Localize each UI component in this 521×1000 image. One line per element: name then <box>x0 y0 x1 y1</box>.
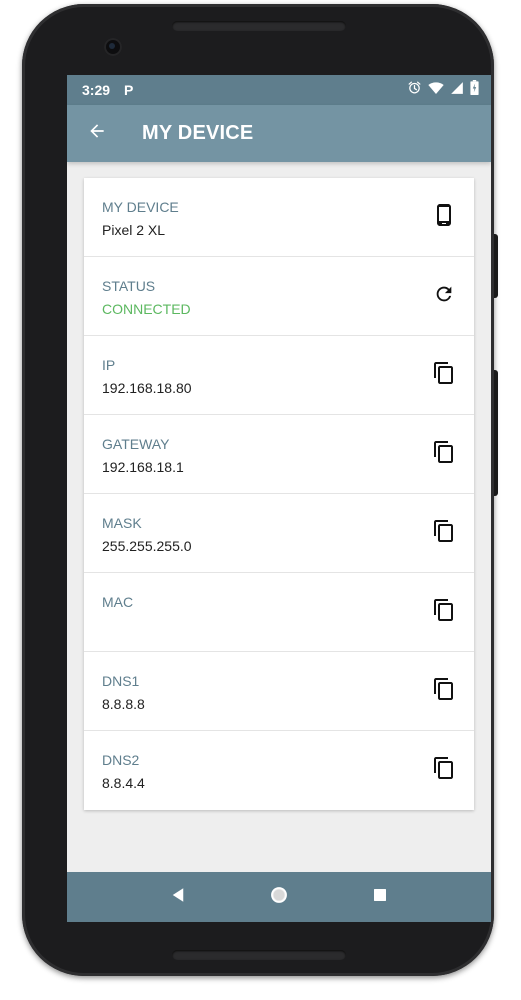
nav-back-icon <box>169 886 187 909</box>
alarm-icon <box>407 80 422 100</box>
signal-icon <box>450 81 464 100</box>
back-button[interactable] <box>82 119 112 149</box>
nav-home-icon <box>269 885 289 910</box>
info-row-my-device: MY DEVICE Pixel 2 XL <box>84 178 474 257</box>
row-value: 8.8.4.4 <box>102 775 145 791</box>
info-row-mac: MAC <box>84 573 474 652</box>
row-label: GATEWAY <box>102 436 170 452</box>
nav-back-button[interactable] <box>158 877 198 917</box>
screen: 3:29 P MY DEVICE MY DEVICE Pixel 2 XL ST… <box>67 75 491 922</box>
app-indicator: P <box>124 82 134 98</box>
device-button[interactable] <box>428 201 460 233</box>
copy-dns2-button[interactable] <box>428 754 460 786</box>
row-label: STATUS <box>102 278 156 294</box>
copy-icon <box>432 519 456 548</box>
row-label: IP <box>102 357 116 373</box>
info-row-ip: IP 192.168.18.80 <box>84 336 474 415</box>
status-icons <box>407 80 479 100</box>
app-bar: MY DEVICE <box>67 105 491 162</box>
row-value: Pixel 2 XL <box>102 222 166 238</box>
row-value: 192.168.18.1 <box>102 459 184 475</box>
copy-icon <box>432 361 456 390</box>
refresh-button[interactable] <box>428 280 460 312</box>
power-button <box>494 234 498 298</box>
copy-mask-button[interactable] <box>428 517 460 549</box>
copy-gateway-button[interactable] <box>428 438 460 470</box>
volume-button <box>494 370 498 496</box>
copy-mac-button[interactable] <box>428 596 460 628</box>
row-label: MASK <box>102 515 142 531</box>
nav-recents-button[interactable] <box>360 877 400 917</box>
arrow-back-icon <box>87 121 107 146</box>
row-label: MY DEVICE <box>102 199 179 215</box>
info-row-gateway: GATEWAY 192.168.18.1 <box>84 415 474 494</box>
copy-dns1-button[interactable] <box>428 675 460 707</box>
page-title: MY DEVICE <box>142 122 254 144</box>
device-info-card: MY DEVICE Pixel 2 XL STATUS CONNECTED IP… <box>84 178 474 810</box>
phone-frame: 3:29 P MY DEVICE MY DEVICE Pixel 2 XL ST… <box>22 4 494 976</box>
row-label: MAC <box>102 594 134 610</box>
bottom-speaker <box>172 950 346 960</box>
top-speaker <box>172 21 346 31</box>
battery-icon <box>470 80 479 100</box>
nav-home-button[interactable] <box>259 877 299 917</box>
info-row-status: STATUS CONNECTED <box>84 257 474 336</box>
row-label: DNS2 <box>102 752 140 768</box>
copy-ip-button[interactable] <box>428 359 460 391</box>
info-row-dns1: DNS1 8.8.8.8 <box>84 652 474 731</box>
status-bar: 3:29 P <box>67 75 491 105</box>
row-value: 255.255.255.0 <box>102 538 192 554</box>
row-label: DNS1 <box>102 673 140 689</box>
status-time: 3:29 <box>82 82 111 98</box>
copy-icon <box>432 440 456 469</box>
copy-icon <box>432 756 456 785</box>
row-value: 192.168.18.80 <box>102 380 192 396</box>
system-nav-bar <box>67 872 491 922</box>
refresh-icon <box>433 283 455 310</box>
nav-recents-icon <box>372 887 388 908</box>
status-value: CONNECTED <box>102 301 191 317</box>
info-row-mask: MASK 255.255.255.0 <box>84 494 474 573</box>
smartphone-icon <box>432 203 456 232</box>
copy-icon <box>432 677 456 706</box>
front-camera <box>104 38 122 56</box>
info-row-dns2: DNS2 8.8.4.4 <box>84 731 474 810</box>
row-value: 8.8.8.8 <box>102 696 145 712</box>
wifi-icon <box>428 81 444 100</box>
copy-icon <box>432 598 456 627</box>
